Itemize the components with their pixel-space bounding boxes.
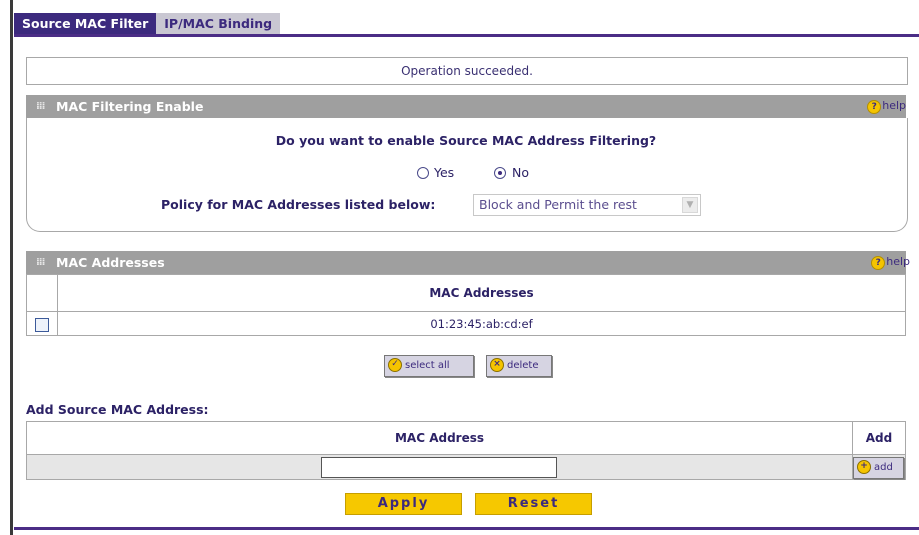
section-title: MAC Filtering Enable (56, 99, 204, 114)
add-header-mac: MAC Address (26, 421, 853, 455)
help-icon: ? (867, 100, 882, 114)
grip-icon: ⁞⁞⁞ (36, 257, 45, 268)
row-checkbox-cell (26, 311, 58, 336)
mac-filtering-header: ⁞⁞⁞ MAC Filtering Enable ? help (26, 95, 906, 118)
check-icon: ✓ (388, 358, 402, 372)
mac-cell: 01:23:45:ab:cd:ef (57, 311, 906, 336)
plus-icon: + (857, 460, 871, 474)
add-section-title: Add Source MAC Address: (26, 402, 209, 417)
section-title: MAC Addresses (56, 255, 165, 270)
reset-button[interactable]: Reset (475, 493, 592, 515)
radio-no-label: No (512, 165, 529, 180)
tab-source-mac-filter[interactable]: Source MAC Filter (14, 13, 157, 35)
mac-address-input[interactable] (321, 457, 557, 478)
mac-addresses-table: MAC Addresses 01:23:45:ab:cd:ef (26, 274, 906, 336)
policy-select-value: Block and Permit the rest (479, 197, 637, 212)
add-header-add: Add (852, 421, 906, 455)
delete-button[interactable]: × delete (486, 355, 552, 377)
mac-addresses-header: ⁞⁞⁞ MAC Addresses ? help (26, 251, 910, 274)
help-label: help (882, 99, 906, 112)
radio-yes[interactable] (417, 167, 429, 179)
help-icon: ? (871, 256, 886, 270)
enable-question: Do you want to enable Source MAC Address… (275, 133, 657, 148)
row-checkbox[interactable] (35, 317, 49, 332)
radio-no[interactable] (494, 167, 506, 179)
help-link[interactable]: ? help (871, 255, 910, 270)
table-header-cell (26, 274, 58, 312)
help-label: help (886, 255, 910, 268)
close-icon: × (490, 358, 504, 372)
chevron-down-icon: ▼ (682, 197, 698, 213)
grip-icon: ⁞⁞⁞ (36, 101, 45, 112)
tab-ip-mac-binding[interactable]: IP/MAC Binding (156, 13, 281, 35)
status-message: Operation succeeded. (26, 57, 908, 85)
tab-bar: Source MAC Filter IP/MAC Binding (14, 13, 281, 35)
delete-label: delete (507, 360, 539, 371)
policy-label: Policy for MAC Addresses listed below: (161, 197, 436, 212)
table-header-mac: MAC Addresses (57, 274, 906, 312)
radio-yes-label: Yes (434, 165, 455, 180)
bottom-border (14, 527, 919, 530)
select-all-label: select all (405, 360, 450, 371)
add-button[interactable]: + add (853, 457, 904, 479)
apply-button[interactable]: Apply (345, 493, 462, 515)
add-label: add (874, 462, 893, 473)
help-link[interactable]: ? help (867, 99, 906, 114)
frame-border (10, 0, 13, 535)
policy-select[interactable]: Block and Permit the rest ▼ (473, 194, 701, 216)
table-row: 01:23:45:ab:cd:ef (26, 311, 906, 336)
select-all-button[interactable]: ✓ select all (384, 355, 474, 377)
